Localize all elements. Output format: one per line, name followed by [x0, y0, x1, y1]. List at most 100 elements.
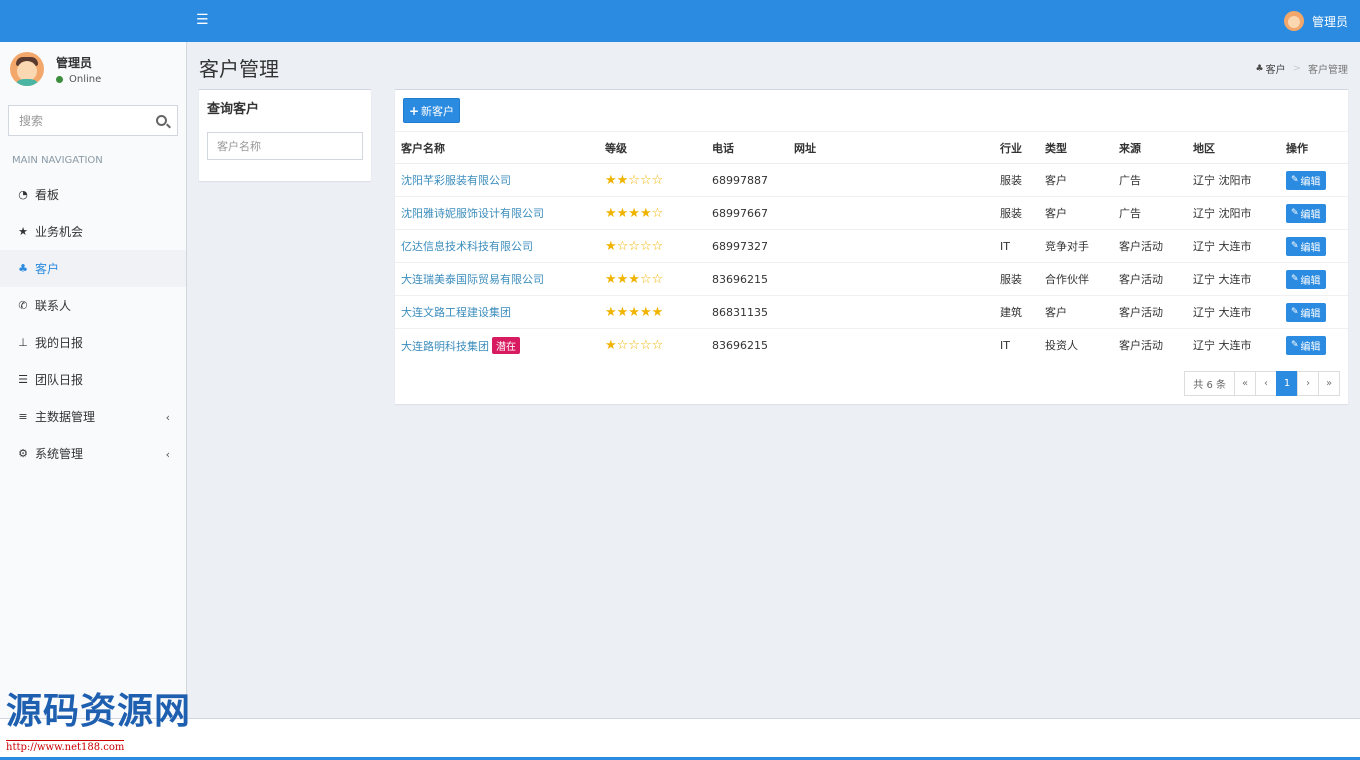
database-icon: ≡: [18, 409, 28, 423]
query-title: 查询客户: [207, 102, 260, 117]
customer-link[interactable]: 亿达信息技术科技有限公司: [401, 240, 533, 253]
pencil-icon: ✎: [1291, 208, 1299, 218]
star-rating: ★★★☆☆: [605, 271, 664, 287]
avatar: [1283, 11, 1304, 31]
column-header-action: 操作: [1280, 131, 1348, 164]
cell-website: [788, 196, 994, 230]
cell-website: [788, 163, 994, 197]
cell-phone: 83696215: [706, 262, 788, 296]
query-panel: 查询客户: [199, 89, 371, 181]
customer-name-input[interactable]: [207, 132, 363, 160]
edit-button[interactable]: ✎ 编辑: [1286, 236, 1326, 256]
column-header-website: 网址: [788, 131, 994, 164]
pin-icon: ⊥: [18, 335, 28, 349]
cell-name: 大连瑞美泰国际贸易有限公司: [395, 262, 599, 296]
cell-phone: 68997887: [706, 163, 788, 197]
edit-button[interactable]: ✎ 编辑: [1286, 269, 1326, 289]
table-header-row: 客户名称 等级 电话 网址 行业 类型 来源 地区 操作: [395, 131, 1348, 164]
star-rating: ★★★★★: [605, 304, 664, 320]
sidebar-item-0[interactable]: ◔ 看板: [0, 176, 186, 213]
cell-industry: IT: [994, 229, 1039, 263]
edit-button[interactable]: ✎ 编辑: [1286, 170, 1326, 190]
chevron-left-icon: ‹: [165, 411, 170, 424]
cell-type: 合作伙伴: [1039, 262, 1113, 296]
sidebar-item-label: 联系人: [35, 299, 72, 313]
sidebar: 管理员 Online MAIN NAVIGATION ◔ 看板 ★ 业务机会 ♣ 客户 ✆ 联…: [0, 42, 187, 718]
pencil-icon: ✎: [1291, 241, 1299, 251]
customer-link[interactable]: 沈阳芊彩服装有限公司: [401, 174, 511, 187]
sidebar-item-label: 客户: [35, 262, 60, 276]
sidebar-item-label: 团队日报: [35, 373, 84, 387]
breadcrumb: ♣ 客户 > 客户管理: [1256, 61, 1348, 76]
cell-source: 广告: [1113, 196, 1187, 230]
cell-region: 辽宁 沈阳市: [1187, 163, 1280, 197]
cell-source: 客户活动: [1113, 295, 1187, 329]
cell-source: 客户活动: [1113, 328, 1187, 362]
cell-source: 客户活动: [1113, 262, 1187, 296]
sidebar-nav: ◔ 看板 ★ 业务机会 ♣ 客户 ✆ 联系人 ⊥ 我的日报 ☰ 团队日报 ≡ 主数据管理 ‹ ⚙ 系统管理 ‹: [0, 176, 186, 472]
table-row: 沈阳雅诗妮服饰设计有限公司 ★★★★☆ 68997667 服装 客户 广告 辽宁 沈阳市 ✎ 编…: [395, 196, 1348, 230]
cell-name: 大连文路工程建设集团: [395, 295, 599, 329]
customer-link[interactable]: 沈阳雅诗妮服饰设计有限公司: [401, 207, 544, 220]
table-row: 大连文路工程建设集团 ★★★★★ 86831135 建筑 客户 客户活动 辽宁 大连市 ✎ 编辑: [395, 295, 1348, 329]
sidebar-item-5[interactable]: ☰ 团队日报: [0, 361, 186, 398]
cell-region: 辽宁 大连市: [1187, 295, 1280, 329]
cell-type: 投资人: [1039, 328, 1113, 362]
table-row: 大连瑞美泰国际贸易有限公司 ★★★☆☆ 83696215 服装 合作伙伴 客户活动 辽宁 大…: [395, 262, 1348, 296]
sidebar-item-3[interactable]: ✆ 联系人: [0, 287, 186, 324]
pagination-page-current[interactable]: 1: [1276, 371, 1298, 396]
cell-website: [788, 262, 994, 296]
cell-phone: 68997667: [706, 196, 788, 230]
pagination-next[interactable]: ›: [1297, 371, 1319, 396]
dashboard-icon: ◔: [18, 187, 28, 201]
customer-link[interactable]: 大连路明科技集团: [401, 340, 489, 353]
cell-phone: 68997327: [706, 229, 788, 263]
sidebar-item-2[interactable]: ♣ 客户: [0, 250, 186, 287]
pencil-icon: ✎: [1291, 307, 1299, 317]
pagination-prev[interactable]: ‹: [1255, 371, 1277, 396]
edit-button[interactable]: ✎ 编辑: [1286, 302, 1326, 322]
cell-type: 客户: [1039, 163, 1113, 197]
user-panel-name: 管理员: [56, 56, 93, 70]
pagination-last[interactable]: »: [1318, 371, 1340, 396]
nav-header: MAIN NAVIGATION: [12, 155, 103, 166]
sidebar-item-label: 系统管理: [35, 447, 84, 461]
sidebar-item-4[interactable]: ⊥ 我的日报: [0, 324, 186, 361]
cell-name: 大连路明科技集团 潜在: [395, 328, 599, 362]
cell-action: ✎ 编辑: [1280, 328, 1348, 362]
star-rating: ★☆☆☆☆: [605, 337, 664, 353]
new-customer-button[interactable]: + 新客户: [403, 98, 460, 123]
sidebar-item-7[interactable]: ⚙ 系统管理 ‹: [0, 435, 186, 472]
sidebar-item-label: 业务机会: [35, 225, 84, 239]
edit-button[interactable]: ✎ 编辑: [1286, 203, 1326, 223]
breadcrumb-item-customers[interactable]: 客户: [1266, 61, 1286, 76]
bars-icon[interactable]: ☰: [196, 13, 210, 27]
cell-rating: ★★★☆☆: [599, 262, 706, 296]
cell-phone: 86831135: [706, 295, 788, 329]
search-input[interactable]: [9, 106, 139, 135]
breadcrumb-item-current: 客户管理: [1308, 65, 1348, 76]
cell-type: 客户: [1039, 295, 1113, 329]
column-header-source: 来源: [1113, 131, 1187, 164]
sidebar-item-1[interactable]: ★ 业务机会: [0, 213, 186, 250]
status-badge: 潜在: [492, 336, 520, 354]
sidebar-item-label: 我的日报: [35, 336, 84, 350]
cell-region: 辽宁 沈阳市: [1187, 196, 1280, 230]
table-row: 大连路明科技集团 潜在 ★☆☆☆☆ 83696215 IT 投资人 客户活动 辽宁 大连市 ✎ 编…: [395, 328, 1348, 362]
customer-link[interactable]: 大连瑞美泰国际贸易有限公司: [401, 273, 544, 286]
cell-region: 辽宁 大连市: [1187, 262, 1280, 296]
customer-link[interactable]: 大连文路工程建设集团: [401, 306, 511, 319]
cell-action: ✎ 编辑: [1280, 229, 1348, 263]
pencil-icon: ✎: [1291, 274, 1299, 284]
search-icon[interactable]: [156, 115, 167, 126]
edit-button[interactable]: ✎ 编辑: [1286, 335, 1326, 355]
cell-website: [788, 295, 994, 329]
pagination-first[interactable]: «: [1234, 371, 1256, 396]
cell-rating: ★☆☆☆☆: [599, 328, 706, 362]
avatar: [10, 52, 44, 86]
phone-icon: ✆: [18, 298, 28, 312]
star-rating: ★★☆☆☆: [605, 172, 664, 188]
sidebar-item-6[interactable]: ≡ 主数据管理 ‹: [0, 398, 186, 435]
user-menu[interactable]: 管理员: [1283, 10, 1348, 32]
column-header-type: 类型: [1039, 131, 1113, 164]
